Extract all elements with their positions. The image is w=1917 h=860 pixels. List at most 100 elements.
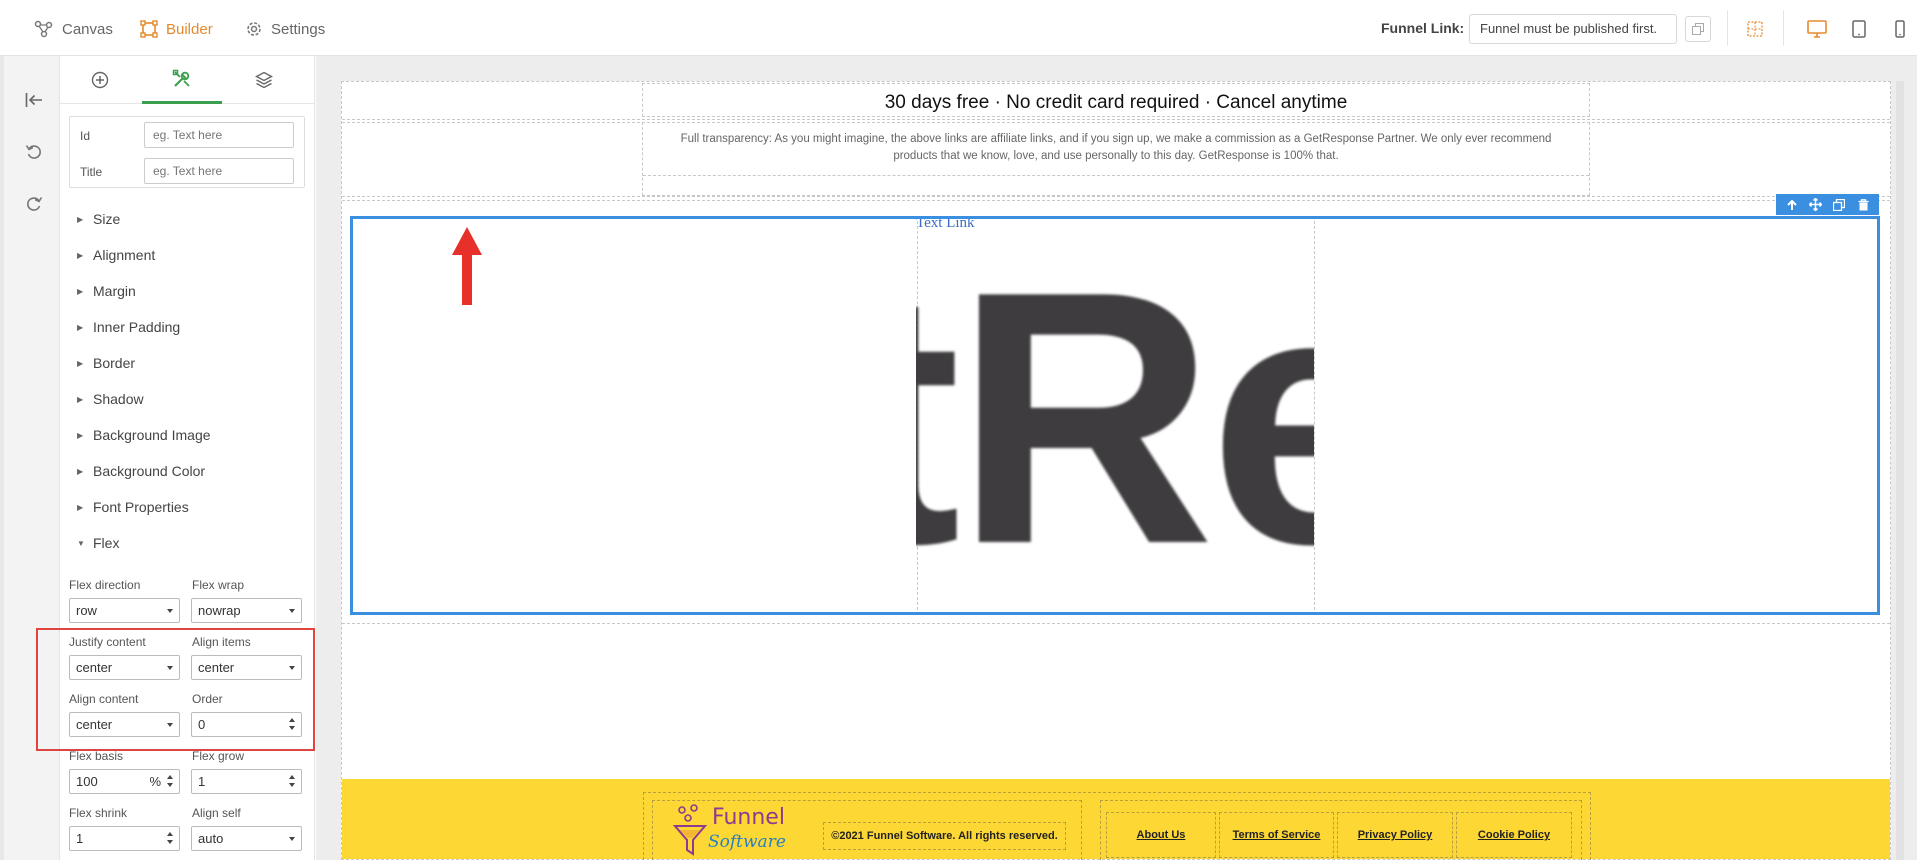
trash-icon xyxy=(1858,198,1869,210)
caret-right-icon: ▶ xyxy=(77,322,84,332)
copy-link-button[interactable] xyxy=(1685,16,1711,42)
caret-down-icon: ▼ xyxy=(77,538,85,548)
disclaimer-text: Full transparency: As you might imagine,… xyxy=(680,133,1552,162)
selected-row-outline[interactable] xyxy=(350,216,1880,615)
panel-tabs xyxy=(60,56,314,104)
gear-icon xyxy=(247,22,261,36)
collapse-left-icon xyxy=(25,93,42,107)
title-input[interactable] xyxy=(144,158,294,184)
undo-icon xyxy=(25,145,41,159)
flex-shrink-stepper[interactable]: 1 xyxy=(69,826,180,851)
flex-grow-label: Flex grow xyxy=(192,749,245,763)
layers-icon xyxy=(255,71,273,89)
section-shadow-label: Shadow xyxy=(93,391,144,407)
section-flex[interactable]: ▼ Flex xyxy=(77,533,119,553)
section-background-color[interactable]: ▶ Background Color xyxy=(77,461,205,481)
caret-right-icon: ▶ xyxy=(77,250,84,260)
flex-direction-label: Flex direction xyxy=(69,578,141,592)
flex-basis-stepper[interactable]: 100% xyxy=(69,769,180,794)
tablet-view-button[interactable] xyxy=(1847,17,1871,41)
tablet-icon xyxy=(1852,20,1866,38)
mobile-view-button[interactable] xyxy=(1888,17,1912,41)
tab-style[interactable] xyxy=(142,56,222,104)
tab-add-elements[interactable] xyxy=(60,56,140,104)
footer-link-about-us[interactable]: About Us xyxy=(1106,812,1216,858)
style-tools-icon xyxy=(172,69,190,87)
flex-grow-stepper[interactable]: 1 xyxy=(191,769,302,794)
section-border[interactable]: ▶ Border xyxy=(77,353,135,373)
nav-canvas[interactable]: Canvas xyxy=(34,17,113,41)
copyright-text: ©2021 Funnel Software. All rights reserv… xyxy=(823,822,1066,850)
section-font-properties[interactable]: ▶ Font Properties xyxy=(77,497,189,517)
disclaimer-block[interactable]: Full transparency: As you might imagine,… xyxy=(642,122,1590,196)
section-background-image-label: Background Image xyxy=(93,427,211,443)
grid-icon xyxy=(1747,21,1763,37)
nav-builder[interactable]: Builder xyxy=(140,17,213,41)
section-shadow[interactable]: ▶ Shadow xyxy=(77,389,144,409)
nav-canvas-label: Canvas xyxy=(62,20,113,38)
drag-handle-button[interactable] xyxy=(1807,196,1825,214)
duplicate-button[interactable] xyxy=(1830,196,1848,214)
desktop-view-button[interactable] xyxy=(1805,17,1829,41)
undo-button[interactable] xyxy=(20,138,48,166)
caret-right-icon: ▶ xyxy=(77,286,84,296)
divider xyxy=(643,175,1589,176)
flex-direction-select[interactable]: row xyxy=(69,598,180,623)
funnel-link-field[interactable]: Funnel must be published first. xyxy=(1469,14,1677,44)
section-margin-label: Margin xyxy=(93,283,136,299)
attributes-box: Id Title xyxy=(69,116,305,188)
section-alignment-label: Alignment xyxy=(93,247,156,263)
id-input[interactable] xyxy=(144,122,294,148)
nav-settings-label: Settings xyxy=(271,20,326,38)
title-label: Title xyxy=(80,165,103,179)
collapse-panel-button[interactable] xyxy=(20,86,48,114)
divider xyxy=(1727,10,1728,46)
section-alignment[interactable]: ▶ Alignment xyxy=(77,245,155,265)
highlight-annotation-box xyxy=(36,628,315,751)
stepper-arrows-icon[interactable] xyxy=(167,775,173,789)
flex-basis-value: 100 xyxy=(76,774,98,789)
stepper-arrows-icon[interactable] xyxy=(167,832,173,846)
footer-link-cookie[interactable]: Cookie Policy xyxy=(1456,812,1572,858)
footer-link-privacy[interactable]: Privacy Policy xyxy=(1337,812,1453,858)
dropdown-arrow-icon xyxy=(167,609,173,613)
funnel-software-logo[interactable]: Funnel Software xyxy=(672,800,802,860)
hero-text: 30 days free · No credit card required ·… xyxy=(884,92,1348,113)
align-self-value: auto xyxy=(198,831,224,846)
section-size-label: Size xyxy=(93,211,121,227)
top-bar: Canvas Builder Settings Funnel Link: Fun… xyxy=(0,0,1917,56)
move-icon xyxy=(1809,198,1823,211)
flex-basis-unit[interactable]: % xyxy=(149,770,161,793)
caret-right-icon: ▶ xyxy=(77,214,84,224)
canvas-scrollbar[interactable] xyxy=(1896,81,1904,860)
grid-toggle-button[interactable] xyxy=(1743,17,1767,41)
canvas-icon xyxy=(34,20,53,38)
caret-right-icon: ▶ xyxy=(77,394,84,404)
dropdown-arrow-icon xyxy=(289,837,295,841)
caret-right-icon: ▶ xyxy=(77,430,84,440)
flex-grow-value: 1 xyxy=(198,774,206,789)
flex-wrap-select[interactable]: nowrap xyxy=(191,598,302,623)
mobile-icon xyxy=(1895,20,1905,38)
caret-right-icon: ▶ xyxy=(77,502,84,512)
flex-wrap-value: nowrap xyxy=(198,603,241,618)
caret-right-icon: ▶ xyxy=(77,466,84,476)
section-inner-padding[interactable]: ▶ Inner Padding xyxy=(77,317,180,337)
hero-text-block[interactable]: 30 days free · No credit card required ·… xyxy=(642,83,1590,117)
section-size[interactable]: ▶ Size xyxy=(77,209,120,229)
section-inner-padding-label: Inner Padding xyxy=(93,319,181,335)
redo-button[interactable] xyxy=(20,190,48,218)
footer-link-terms[interactable]: Terms of Service xyxy=(1219,812,1334,858)
nav-settings[interactable]: Settings xyxy=(245,17,325,41)
builder-icon xyxy=(140,20,158,38)
align-self-select[interactable]: auto xyxy=(191,826,302,851)
funnel-link-label: Funnel Link: xyxy=(1381,20,1465,36)
section-margin[interactable]: ▶ Margin xyxy=(77,281,136,301)
section-background-image[interactable]: ▶ Background Image xyxy=(77,425,211,445)
tab-layers[interactable] xyxy=(224,56,304,104)
stepper-arrows-icon[interactable] xyxy=(289,775,295,789)
duplicate-icon xyxy=(1833,198,1846,211)
section-background-color-label: Background Color xyxy=(93,463,206,479)
delete-button[interactable] xyxy=(1854,196,1872,214)
move-up-button[interactable] xyxy=(1783,196,1801,214)
